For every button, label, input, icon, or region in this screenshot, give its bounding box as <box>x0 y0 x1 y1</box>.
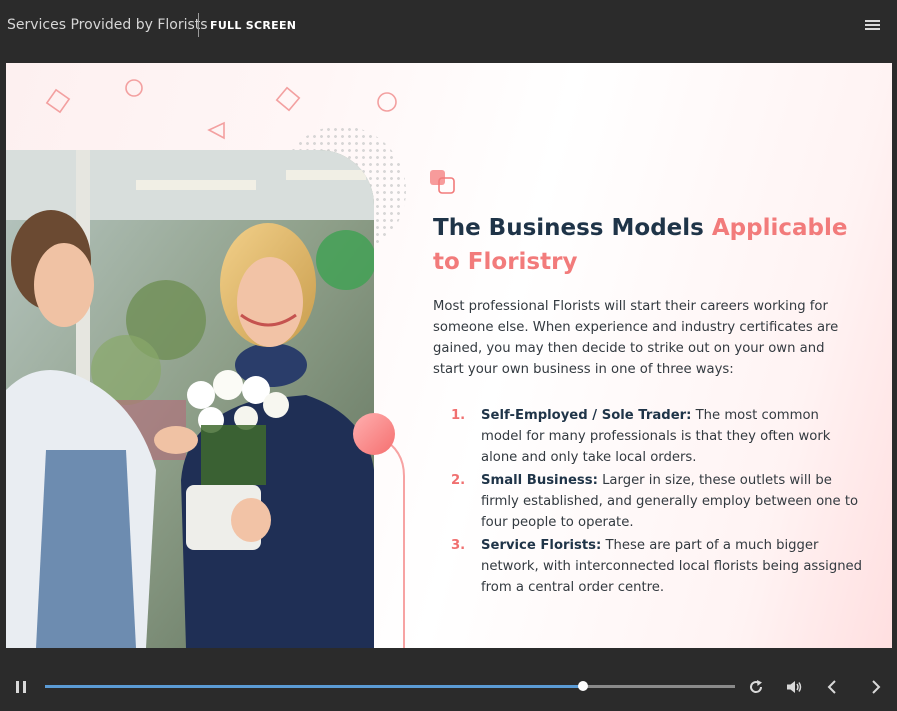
list-number: 2. <box>451 473 466 488</box>
circle-outline-icon <box>377 92 397 112</box>
progress-fill <box>45 685 584 688</box>
slide-heading: The Business Models Applicable to Floris… <box>433 211 863 279</box>
progress-scrubber[interactable] <box>45 681 735 691</box>
prev-icon[interactable] <box>826 679 840 695</box>
hamburger-menu-icon[interactable] <box>862 16 884 34</box>
list-item-title: Self-Employed / Sole Trader: <box>481 408 692 423</box>
top-bar: Services Provided by Florists FULL SCREE… <box>0 0 897 52</box>
title-divider <box>198 13 199 37</box>
diamond-outline-icon <box>45 88 71 114</box>
diamond-outline-icon <box>275 86 301 112</box>
list-number: 3. <box>451 538 466 553</box>
squares-accent-icon <box>430 170 455 194</box>
heading-main: The Business Models <box>433 215 704 241</box>
list-item-title: Service Florists: <box>481 538 602 553</box>
slide-canvas: The Business Models Applicable to Floris… <box>6 63 892 648</box>
volume-icon[interactable] <box>785 679 803 695</box>
fullscreen-button[interactable]: FULL SCREEN <box>210 19 296 32</box>
list-item: 3. Service Florists: These are part of a… <box>433 535 863 598</box>
list-item: 1. Self-Employed / Sole Trader: The most… <box>433 405 863 468</box>
triangle-outline-icon <box>207 121 225 140</box>
circle-outline-icon <box>125 79 143 97</box>
list-item: 2. Small Business: Larger in size, these… <box>433 470 863 533</box>
list-item-title: Small Business: <box>481 473 598 488</box>
replay-icon[interactable] <box>748 679 764 695</box>
list-number: 1. <box>451 408 466 423</box>
pause-icon[interactable] <box>13 679 29 695</box>
next-icon[interactable] <box>869 679 883 695</box>
florist-photo <box>6 150 374 648</box>
business-models-list: 1. Self-Employed / Sole Trader: The most… <box>433 405 863 600</box>
intro-paragraph: Most professional Florists will start th… <box>433 299 839 377</box>
course-title: Services Provided by Florists <box>7 17 208 33</box>
accent-circle <box>353 413 405 648</box>
